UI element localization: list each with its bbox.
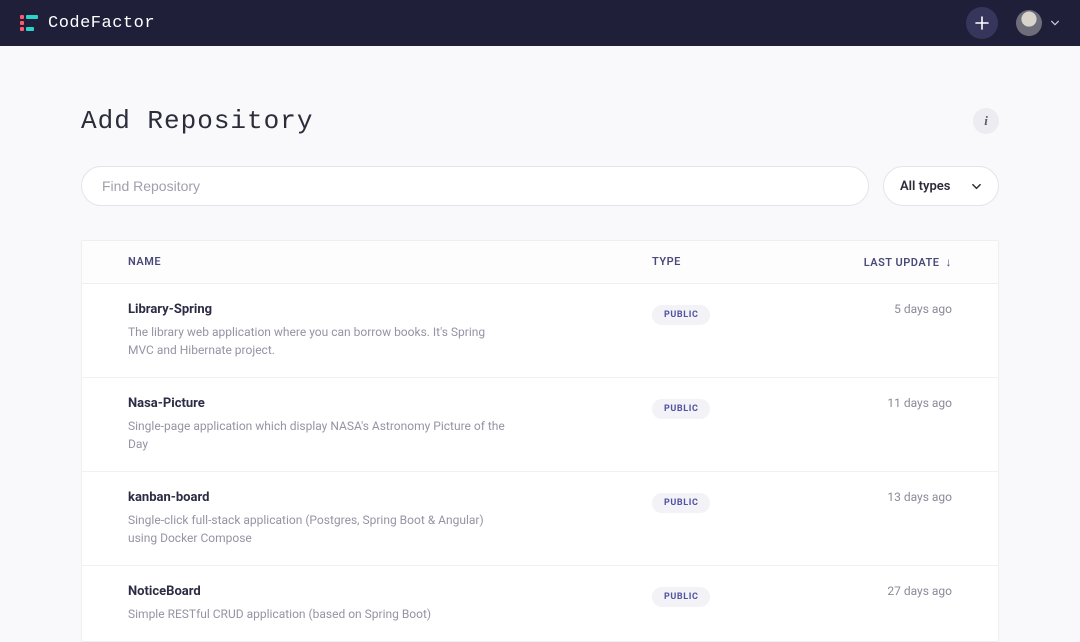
brand-text: CodeFactor (48, 14, 155, 33)
brand-logo[interactable]: CodeFactor (20, 14, 155, 33)
visibility-badge: PUBLIC (652, 587, 710, 607)
repo-name[interactable]: Library-Spring (128, 302, 652, 317)
plus-icon (975, 16, 989, 30)
repo-name[interactable]: NoticeBoard (128, 584, 652, 599)
type-cell: PUBLIC (652, 302, 822, 325)
repo-description: Single-page application which display NA… (128, 417, 508, 453)
chevron-down-icon (971, 181, 982, 192)
top-nav: CodeFactor (0, 0, 1080, 46)
table-row[interactable]: kanban-board Single-click full-stack appl… (82, 472, 998, 566)
add-button[interactable] (966, 7, 998, 39)
col-header-update[interactable]: LAST UPDATE ↓ (822, 255, 952, 269)
table-header: NAME TYPE LAST UPDATE ↓ (82, 241, 998, 284)
repo-cell: kanban-board Single-click full-stack appl… (128, 490, 652, 547)
col-header-name[interactable]: NAME (128, 255, 652, 269)
last-update-text: 5 days ago (822, 302, 952, 316)
col-header-type[interactable]: TYPE (652, 255, 822, 269)
type-cell: PUBLIC (652, 490, 822, 513)
brand-mark-icon (20, 14, 38, 32)
col-header-update-label: LAST UPDATE (864, 256, 940, 269)
repo-table: NAME TYPE LAST UPDATE ↓ Library-Spring Th… (81, 240, 999, 642)
topbar-right (966, 7, 1060, 39)
type-filter-dropdown[interactable]: All types (883, 166, 999, 206)
user-menu[interactable] (1016, 10, 1060, 36)
last-update-text: 27 days ago (822, 584, 952, 598)
search-input[interactable] (81, 166, 869, 206)
repo-cell: Library-Spring The library web applicatio… (128, 302, 652, 359)
chevron-down-icon (1050, 18, 1060, 28)
type-cell: PUBLIC (652, 584, 822, 607)
repo-name[interactable]: kanban-board (128, 490, 652, 505)
table-body: Library-Spring The library web applicatio… (82, 284, 998, 641)
table-row[interactable]: Nasa-Picture Single-page application whic… (82, 378, 998, 472)
type-filter-label: All types (900, 179, 950, 194)
repo-description: The library web application where you ca… (128, 323, 508, 359)
last-update-text: 11 days ago (822, 396, 952, 410)
last-update-text: 13 days ago (822, 490, 952, 504)
update-cell: 27 days ago (822, 584, 952, 598)
sort-desc-icon: ↓ (946, 255, 953, 269)
repo-description: Single-click full-stack application (Pos… (128, 511, 508, 547)
visibility-badge: PUBLIC (652, 493, 710, 513)
page-content: Add Repository i All types NAME TYPE LAS… (81, 46, 999, 642)
table-row[interactable]: NoticeBoard Simple RESTful CRUD applicati… (82, 566, 998, 641)
page-header: Add Repository i (81, 106, 999, 136)
visibility-badge: PUBLIC (652, 305, 710, 325)
update-cell: 5 days ago (822, 302, 952, 316)
repo-cell: NoticeBoard Simple RESTful CRUD applicati… (128, 584, 652, 623)
update-cell: 13 days ago (822, 490, 952, 504)
avatar-icon (1016, 10, 1042, 36)
controls-row: All types (81, 166, 999, 206)
repo-name[interactable]: Nasa-Picture (128, 396, 652, 411)
visibility-badge: PUBLIC (652, 399, 710, 419)
repo-cell: Nasa-Picture Single-page application whic… (128, 396, 652, 453)
info-button[interactable]: i (973, 108, 999, 134)
page-title: Add Repository (81, 106, 313, 136)
update-cell: 11 days ago (822, 396, 952, 410)
type-cell: PUBLIC (652, 396, 822, 419)
info-icon: i (984, 113, 988, 129)
table-row[interactable]: Library-Spring The library web applicatio… (82, 284, 998, 378)
repo-description: Simple RESTful CRUD application (based o… (128, 605, 508, 623)
